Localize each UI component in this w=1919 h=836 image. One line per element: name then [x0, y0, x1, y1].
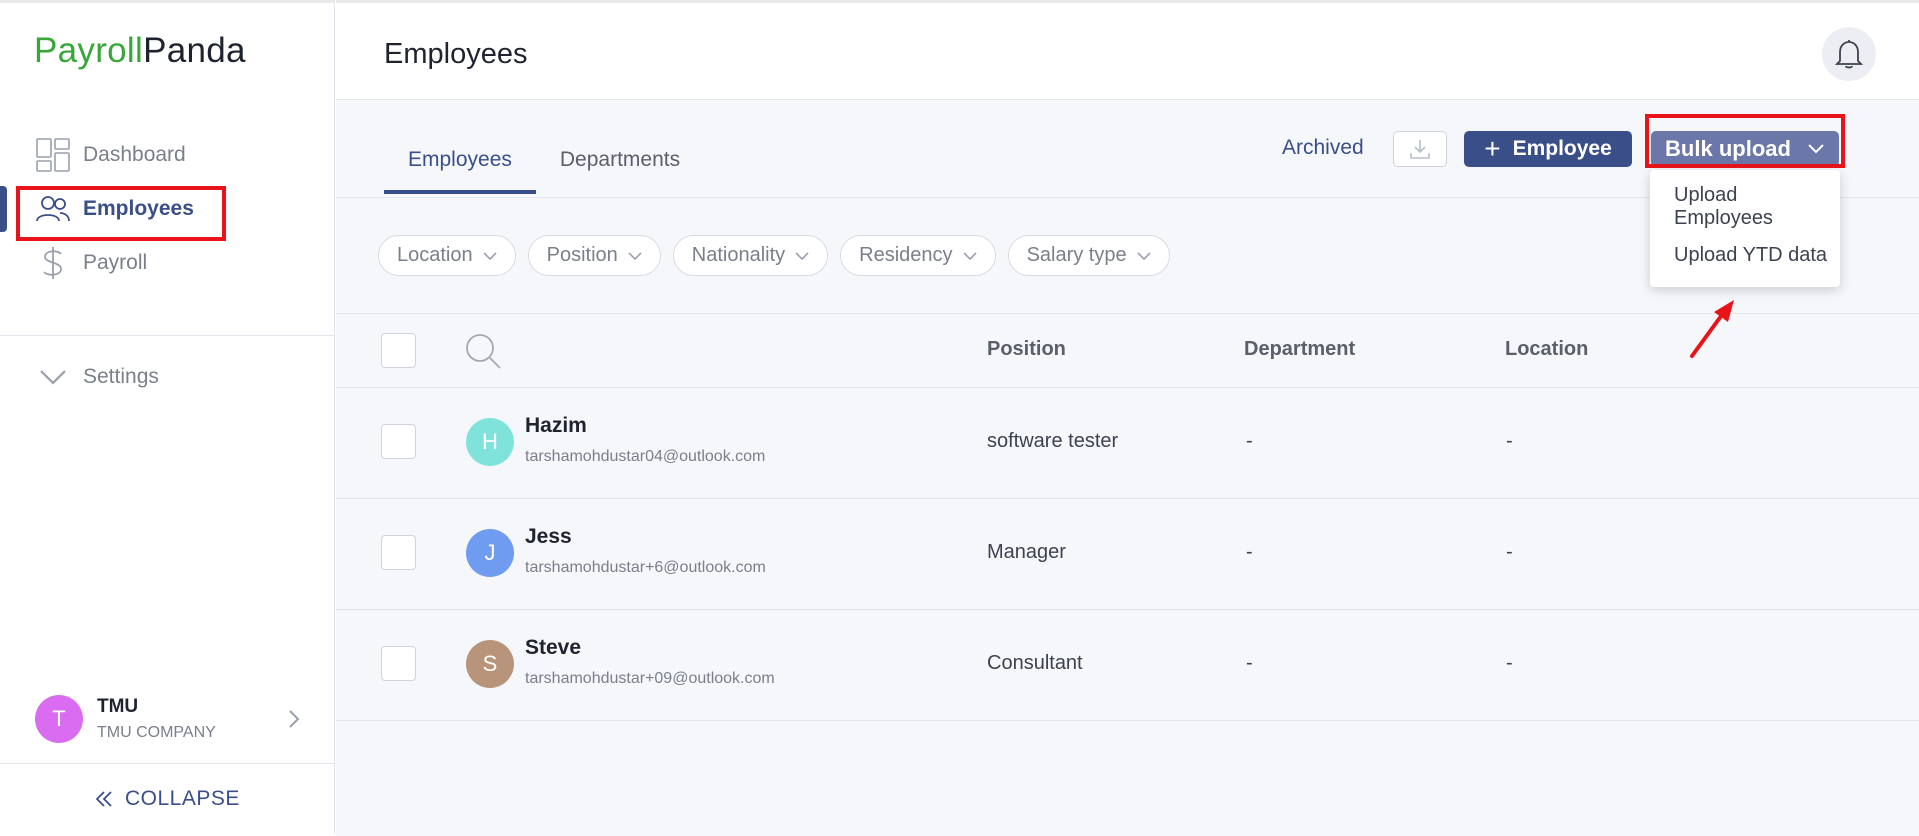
cell-department: -	[1246, 541, 1253, 563]
filter-label: Nationality	[691, 244, 786, 266]
sidebar-item-payroll[interactable]: Payroll	[35, 243, 147, 283]
cell-department: -	[1246, 652, 1253, 674]
avatar: J	[466, 529, 514, 577]
row-checkbox[interactable]	[381, 535, 416, 570]
user-text: TMU TMU COMPANY	[97, 696, 216, 742]
chevron-down-icon	[35, 359, 71, 395]
annotation-arrow	[1690, 300, 1734, 358]
filter-label: Salary type	[1026, 244, 1127, 266]
column-header-location[interactable]: Location	[1505, 338, 1588, 361]
main-content: Employees Employees Departments Archived	[336, 0, 1919, 836]
employee-name[interactable]: Jess	[525, 525, 572, 549]
filter-salary-type[interactable]: Salary type	[1007, 235, 1170, 276]
sidebar-divider	[0, 335, 335, 336]
menu-item-upload-ytd-data[interactable]: Upload YTD data	[1674, 244, 1827, 267]
filter-nationality[interactable]: Nationality	[672, 235, 829, 276]
table-row[interactable]: S Steve tarshamohdustar+09@outlook.com C…	[336, 610, 1919, 721]
column-header-department[interactable]: Department	[1244, 338, 1355, 361]
bell-icon[interactable]	[1822, 27, 1876, 81]
avatar: T	[35, 695, 83, 743]
tab-employees[interactable]: Employees	[384, 132, 536, 194]
search-icon[interactable]	[464, 332, 504, 377]
sidebar-item-label: Payroll	[83, 251, 148, 274]
filter-position[interactable]: Position	[527, 235, 661, 276]
chevron-right-icon	[288, 709, 300, 734]
cell-position: Manager	[987, 541, 1066, 563]
chevron-down-icon	[795, 244, 809, 267]
dashboard-icon	[35, 137, 71, 173]
filter-label: Position	[546, 244, 618, 266]
filter-label: Location	[397, 244, 473, 266]
plus-icon: +	[1484, 133, 1501, 164]
cell-position: software tester	[987, 430, 1119, 452]
column-header-position[interactable]: Position	[987, 338, 1066, 361]
cell-location: -	[1506, 430, 1513, 452]
tab-bar: Employees Departments	[384, 132, 704, 194]
row-checkbox[interactable]	[381, 424, 416, 459]
top-bar: Employees	[336, 0, 1919, 100]
chevron-down-icon	[483, 244, 497, 267]
sidebar: PayrollPanda Dashboard Employees Payroll…	[0, 0, 335, 834]
page-title: Employees	[384, 38, 528, 70]
menu-item-upload-employees[interactable]: Upload Employees	[1674, 184, 1840, 230]
filter-residency[interactable]: Residency	[840, 235, 996, 276]
filter-bar: Location Position Nationality Residency …	[378, 235, 1182, 276]
sidebar-item-label: Settings	[83, 365, 159, 388]
employee-email: tarshamohdustar+6@outlook.com	[525, 559, 766, 576]
chevron-down-icon	[962, 244, 977, 267]
user-profile[interactable]: T TMU TMU COMPANY	[35, 691, 300, 747]
archived-link[interactable]: Archived	[1282, 136, 1364, 160]
row-checkbox[interactable]	[381, 646, 416, 681]
collapse-label: COLLAPSE	[125, 787, 240, 810]
chevron-down-icon	[628, 244, 642, 267]
app: PayrollPanda Dashboard Employees Payroll…	[0, 0, 1919, 836]
highlight-box-bulk-upload	[1645, 114, 1845, 168]
download-button[interactable]	[1393, 131, 1447, 167]
employee-email: tarshamohdustar+09@outlook.com	[525, 670, 775, 687]
avatar: S	[466, 640, 514, 688]
select-all-checkbox[interactable]	[381, 333, 416, 368]
highlight-box-employees	[16, 186, 226, 241]
avatar: H	[466, 418, 514, 466]
employee-email: tarshamohdustar04@outlook.com	[525, 448, 766, 465]
sidebar-item-label: Dashboard	[83, 143, 186, 166]
dollar-icon	[35, 245, 71, 281]
bulk-upload-menu: Upload Employees Upload YTD data	[1650, 170, 1840, 287]
table-row[interactable]: J Jess tarshamohdustar+6@outlook.com Man…	[336, 499, 1919, 610]
employee-name[interactable]: Steve	[525, 636, 581, 660]
add-employee-button[interactable]: + Employee	[1464, 131, 1632, 167]
user-company: TMU COMPANY	[97, 724, 216, 741]
cell-position: Consultant	[987, 652, 1083, 674]
add-employee-label: Employee	[1512, 137, 1612, 160]
sidebar-item-dashboard[interactable]: Dashboard	[35, 135, 186, 175]
filter-label: Residency	[859, 244, 953, 266]
table-row[interactable]: H Hazim tarshamohdustar04@outlook.com so…	[336, 388, 1919, 499]
brand-logo-part2: Panda	[143, 31, 246, 70]
chevron-down-icon	[1137, 244, 1151, 267]
brand-logo[interactable]: PayrollPanda	[34, 31, 246, 71]
employee-name[interactable]: Hazim	[525, 414, 587, 438]
tab-departments[interactable]: Departments	[536, 132, 704, 194]
cell-location: -	[1506, 541, 1513, 563]
sidebar-item-settings[interactable]: Settings	[35, 357, 159, 397]
brand-logo-part1: Payroll	[34, 31, 144, 70]
sidebar-divider-bottom	[0, 763, 335, 764]
download-icon	[1409, 138, 1431, 160]
filter-location[interactable]: Location	[378, 235, 516, 276]
cell-department: -	[1246, 430, 1253, 452]
collapse-button[interactable]: COLLAPSE	[95, 787, 240, 811]
cell-location: -	[1506, 652, 1513, 674]
nav-active-indicator	[0, 186, 7, 232]
double-chevron-left-icon	[95, 790, 113, 808]
user-name: TMU	[97, 696, 139, 717]
